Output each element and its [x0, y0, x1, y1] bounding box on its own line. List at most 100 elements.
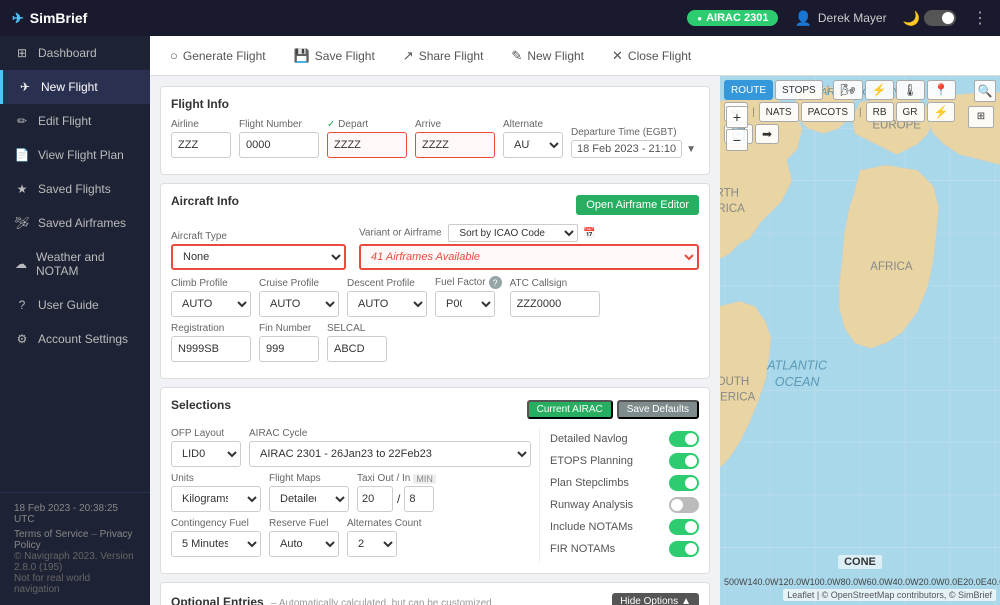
aircraft-type-select[interactable]: None	[171, 244, 346, 270]
tab-generate-flight[interactable]: ○ Generate Flight	[158, 42, 278, 69]
toggle-fir-notams-switch[interactable]	[669, 541, 699, 557]
map-layer-stack-icon[interactable]: ⊞	[968, 106, 994, 128]
sidebar-item-dashboard[interactable]: ⊞ Dashboard	[0, 36, 150, 70]
terms-link[interactable]: Terms of Service	[14, 529, 88, 540]
map-btn-tropo[interactable]: 🌡	[896, 80, 925, 100]
map-btn-stops[interactable]: STOPS	[775, 80, 823, 100]
arrive-input[interactable]	[415, 132, 495, 158]
sort-select[interactable]: Sort by ICAO Code	[448, 224, 578, 242]
account-settings-icon: ⚙	[14, 332, 30, 346]
topbar-menu-icon[interactable]: ⋮	[972, 8, 988, 28]
svg-text:ATLANTIC: ATLANTIC	[766, 358, 828, 372]
map-btn-wind[interactable]: 🌬	[833, 80, 862, 100]
registration-label: Registration	[171, 323, 251, 334]
map-btn-thunder[interactable]: ⚡	[927, 102, 956, 122]
selections-left: OFP Layout LID0 AIRAC Cycle AIRAC 2301 -…	[171, 428, 531, 563]
tab-new-flight[interactable]: ✎ New Flight	[499, 42, 596, 70]
arrive-label: Arrive	[415, 119, 495, 130]
dep-time-label: Departure Time (EGBT)	[571, 127, 696, 138]
sort-calendar-icon: 📅	[583, 228, 595, 239]
svg-text:NORTH: NORTH	[720, 187, 739, 199]
sidebar-footer: 18 Feb 2023 - 20:38:25 UTC Terms of Serv…	[0, 492, 150, 605]
theme-toggle-switch[interactable]	[924, 10, 956, 26]
map-btn-nats[interactable]: NATS	[759, 102, 799, 122]
current-airac-btn[interactable]: Current AIRAC	[527, 400, 613, 419]
map-btn-sig[interactable]: ⚡	[865, 80, 894, 100]
sidebar-item-weather-notam[interactable]: ☁ Weather and NOTAM	[0, 240, 150, 288]
cruise-group: Cruise Profile AUTO	[259, 278, 339, 317]
reserve-select[interactable]: Auto	[269, 531, 339, 557]
sidebar-item-new-flight[interactable]: ✈ New Flight	[0, 70, 150, 104]
map-zoom-in-btn[interactable]: +	[726, 106, 748, 128]
open-airframe-editor-btn[interactable]: Open Airframe Editor	[576, 195, 699, 215]
map-btn-arrow[interactable]: ➡	[755, 124, 779, 144]
edit-flight-icon: ✏	[14, 114, 30, 128]
tab-save-flight[interactable]: 💾 Save Flight	[282, 42, 387, 70]
map-zoom-out-btn[interactable]: −	[726, 129, 748, 151]
username: Derek Mayer	[818, 11, 887, 25]
airac-badge[interactable]: AIRAC 2301	[687, 10, 778, 26]
theme-toggle[interactable]: 🌙	[903, 10, 956, 27]
tab-share-flight[interactable]: ↗ Share Flight	[391, 42, 496, 70]
logo-text: SimBrief	[30, 10, 88, 26]
variant-select[interactable]: 41 Airframes Available	[359, 244, 699, 270]
descent-select[interactable]: AUTO	[347, 291, 427, 317]
fuel-factor-select[interactable]: P00	[435, 291, 495, 317]
map-btn-route[interactable]: ROUTE	[724, 80, 773, 100]
depart-input[interactable]	[327, 132, 407, 158]
flight-maps-select[interactable]: Detailed	[269, 486, 349, 512]
map-btn-pacots[interactable]: PACOTS	[801, 102, 855, 122]
sidebar-label-saved-flights: Saved Flights	[38, 182, 111, 196]
contingency-select[interactable]: 5 Minutes	[171, 531, 261, 557]
taxi-in-input[interactable]	[404, 486, 434, 512]
hide-options-btn[interactable]: Hide Options ▲	[612, 593, 699, 605]
toggle-runway-analysis-switch[interactable]	[669, 497, 699, 513]
airline-input[interactable]	[171, 132, 231, 158]
airac-cycle-select[interactable]: AIRAC 2301 - 26Jan23 to 22Feb23	[249, 441, 531, 467]
toggle-etops-planning-switch[interactable]	[669, 453, 699, 469]
map-btn-track[interactable]: 📍	[927, 80, 956, 100]
sidebar-links: Terms of Service – Privacy Policy	[14, 529, 136, 551]
cruise-select[interactable]: AUTO	[259, 291, 339, 317]
toggle-include-notams-switch[interactable]	[669, 519, 699, 535]
flight-info-title: Flight Info	[171, 97, 699, 111]
svg-text:AFRICA: AFRICA	[870, 261, 913, 273]
fuel-factor-help-icon[interactable]: ?	[489, 276, 502, 289]
sidebar-item-saved-airframes[interactable]: 🛩 Saved Airframes	[0, 206, 150, 240]
selections-badges: Current AIRAC Save Defaults	[527, 400, 699, 419]
atc-callsign-input[interactable]	[510, 291, 600, 317]
selections-title: Selections	[171, 398, 231, 412]
sidebar-item-user-guide[interactable]: ? User Guide	[0, 288, 150, 322]
alternate-select[interactable]: AUTO	[503, 132, 563, 158]
svg-text:SOUTH: SOUTH	[720, 376, 749, 388]
selcal-input[interactable]	[327, 336, 387, 362]
tab-close-label: Close Flight	[628, 49, 691, 63]
climb-select[interactable]: AUTO	[171, 291, 251, 317]
map-btn-sep2: |	[750, 102, 757, 122]
flight-number-input[interactable]	[239, 132, 319, 158]
tab-share-label: Share Flight	[419, 49, 484, 63]
toggle-plan-stepclimbs-switch[interactable]	[669, 475, 699, 491]
sidebar-item-account-settings[interactable]: ⚙ Account Settings	[0, 322, 150, 356]
units-select[interactable]: Kilograms	[171, 486, 261, 512]
sidebar-item-view-flight-plan[interactable]: 📄 View Flight Plan	[0, 138, 150, 172]
sidebar-label-user-guide: User Guide	[38, 298, 99, 312]
alternates-select[interactable]: 2	[347, 531, 397, 557]
taxi-out-input[interactable]	[357, 486, 393, 512]
alternate-group: Alternate AUTO	[503, 119, 563, 158]
descent-label: Descent Profile	[347, 278, 427, 289]
airline-group: Airline	[171, 119, 231, 158]
sidebar-item-saved-flights[interactable]: ★ Saved Flights	[0, 172, 150, 206]
toggle-detailed-navlog-switch[interactable]	[669, 431, 699, 447]
map-search-btn[interactable]: 🔍	[974, 80, 996, 102]
map-btn-gr[interactable]: GR	[896, 102, 925, 122]
toggle-include-notams: Include NOTAMs	[550, 516, 699, 538]
fin-number-input[interactable]	[259, 336, 319, 362]
map-btn-rb[interactable]: RB	[866, 102, 894, 122]
selcal-label: SELCAL	[327, 323, 387, 334]
registration-input[interactable]	[171, 336, 251, 362]
tab-close-flight[interactable]: ✕ Close Flight	[600, 42, 703, 70]
save-defaults-btn[interactable]: Save Defaults	[617, 400, 699, 419]
sidebar-item-edit-flight[interactable]: ✏ Edit Flight	[0, 104, 150, 138]
ofp-layout-select[interactable]: LID0	[171, 441, 241, 467]
